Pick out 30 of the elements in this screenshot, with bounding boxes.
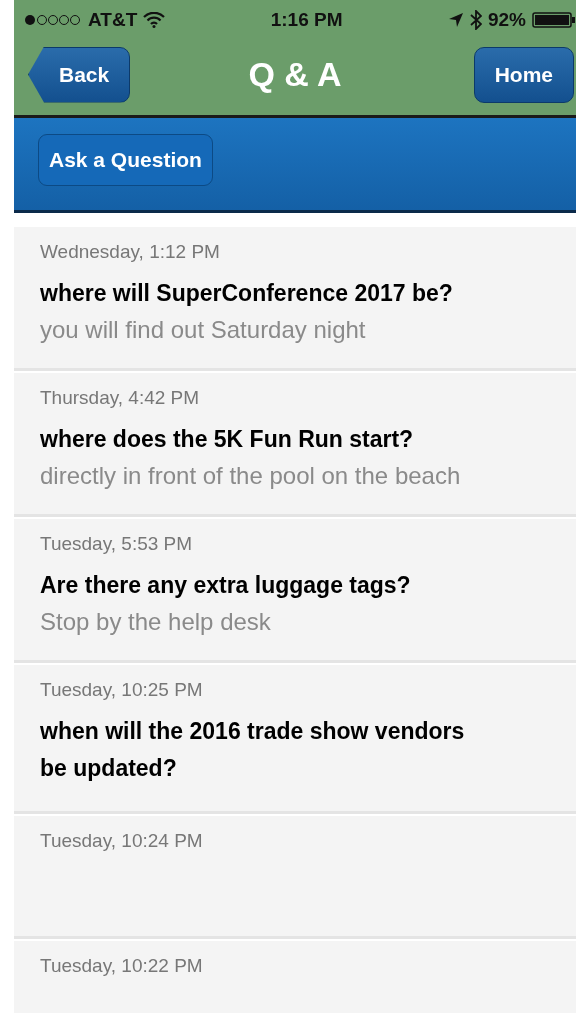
question-text: Are there any extra luggage tags? [40,571,412,600]
clock-time: 1:16 PM [270,9,343,31]
question-date: Tuesday, 10:24 PM [40,830,204,852]
question-text: where does the 5K Fun Run start? [40,425,415,454]
question-date: Wednesday, 1:12 PM [40,241,221,263]
question-text: when will the 2016 trade show vendors be updated? [40,717,466,783]
answer-text: you will find out Saturday night [40,316,367,344]
answer-text: directly in front of the pool on the beach [40,462,462,490]
back-button[interactable]: Back [28,46,131,103]
ask-question-button[interactable]: Ask a Question [38,134,213,186]
question-row[interactable]: Wednesday, 1:12 PM where will SuperConference 2017 be? you will find out Saturday night [14,227,576,371]
question-text: where will SuperConference 2017 be? [40,279,454,308]
question-date: Tuesday, 10:25 PM [40,679,204,701]
battery-percent: 92% [487,9,526,31]
question-row[interactable]: Thursday, 4:42 PM where does the 5K Fun Run start? directly in front of the pool on the beach [14,373,576,517]
home-button[interactable]: Home [473,46,574,103]
question-row[interactable]: Tuesday, 10:25 PM when will the 2016 trade show vendors be updated? [14,665,576,814]
wifi-icon [143,12,166,28]
question-row[interactable]: Tuesday, 5:53 PM Are there any extra luggage tags? Stop by the help desk [14,519,576,663]
question-row[interactable]: Tuesday, 10:22 PM [14,941,576,1013]
question-date: Tuesday, 10:22 PM [40,955,204,977]
carrier-name: AT&T [88,9,138,31]
question-date: Tuesday, 5:53 PM [40,533,194,555]
question-row[interactable]: Tuesday, 10:24 PM [14,816,576,939]
signal-icon [24,14,82,26]
answer-text: Stop by the help desk [40,608,272,636]
location-arrow-icon [447,12,464,28]
bluetooth-icon [469,10,482,30]
page-title: Q & A [248,55,342,94]
question-date: Thursday, 4:42 PM [40,387,201,409]
